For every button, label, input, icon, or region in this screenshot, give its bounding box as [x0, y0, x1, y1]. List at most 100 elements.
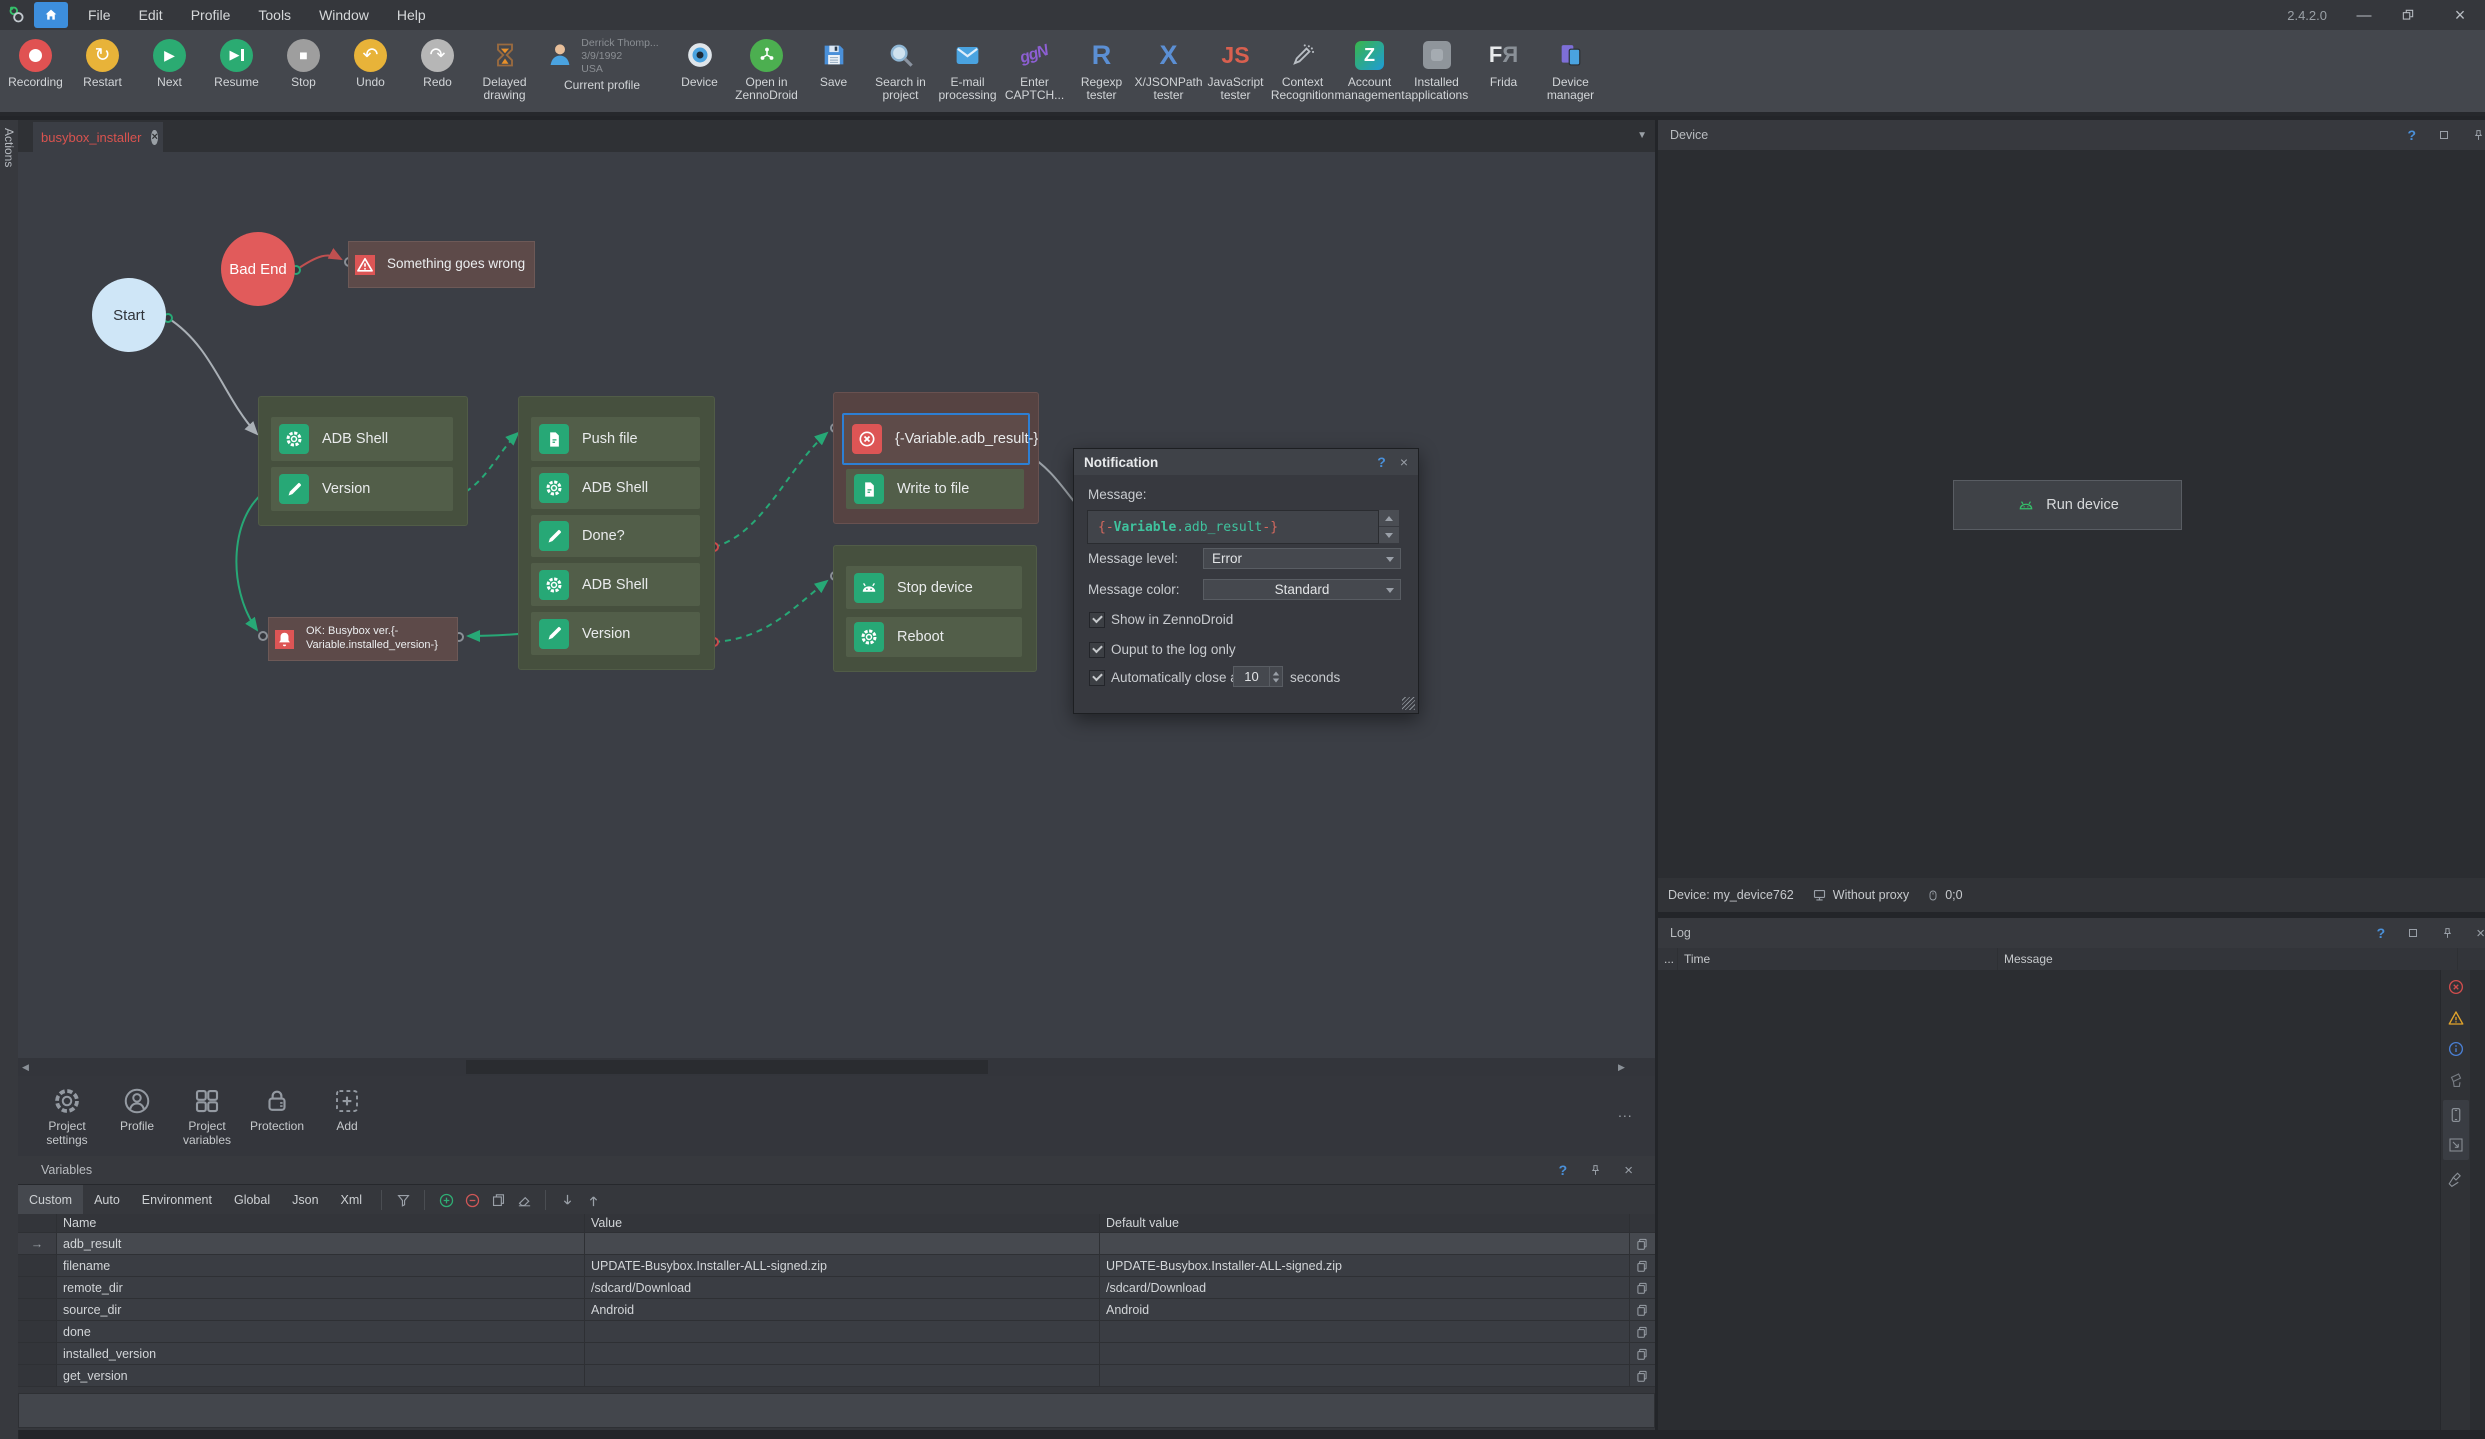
- message-scroll-spinner[interactable]: [1379, 510, 1399, 543]
- menu-profile[interactable]: Profile: [177, 0, 245, 30]
- vars-add-button[interactable]: [433, 1188, 459, 1212]
- tab-busybox-installer[interactable]: busybox_installer ×: [33, 122, 163, 152]
- log-expand-button[interactable]: [2445, 1134, 2467, 1156]
- dialog-title-bar[interactable]: Notification ? ×: [1074, 449, 1418, 475]
- variable-row-done[interactable]: done: [18, 1321, 1655, 1343]
- toolbar-next-button[interactable]: ▶Next: [136, 30, 203, 89]
- scroll-left-icon[interactable]: ◀: [22, 1062, 29, 1073]
- flow-group-g3[interactable]: {-Variable.adb_result-}Write to file: [833, 392, 1039, 524]
- vars-filter-button[interactable]: [390, 1188, 416, 1212]
- projectbar-add-button[interactable]: Add: [312, 1076, 382, 1134]
- actions-side-strip[interactable]: Actions: [0, 120, 19, 1439]
- toolbar-installed-apps-button[interactable]: Installed applications: [1403, 30, 1470, 103]
- log-col-time[interactable]: Time: [1678, 948, 1998, 970]
- help-icon[interactable]: ?: [2407, 127, 2416, 143]
- vars-move-up-button[interactable]: [580, 1188, 606, 1212]
- vars-tab-json[interactable]: Json: [281, 1185, 329, 1215]
- show-in-zennodroid-checkbox[interactable]: [1089, 612, 1105, 628]
- variable-row-source_dir[interactable]: source_dirAndroidAndroid: [18, 1299, 1655, 1321]
- scrollbar-thumb[interactable]: [466, 1060, 988, 1074]
- notify-node-okver[interactable]: OK: Busybox ver.{-Variable.installed_ver…: [268, 617, 458, 661]
- vars-tab-environment[interactable]: Environment: [131, 1185, 223, 1215]
- help-icon[interactable]: ?: [2377, 925, 2386, 941]
- variable-name[interactable]: get_version: [57, 1365, 585, 1386]
- toolbar-resume-button[interactable]: ▶Resume: [203, 30, 270, 89]
- canvas-horizontal-scrollbar[interactable]: ◀ ▶: [18, 1058, 1655, 1076]
- toolbar-stop-button[interactable]: ■Stop: [270, 30, 337, 89]
- variable-row-remote_dir[interactable]: remote_dir/sdcard/Download/sdcard/Downlo…: [18, 1277, 1655, 1299]
- vars-tab-custom[interactable]: Custom: [18, 1185, 83, 1215]
- vars-copy-button[interactable]: [485, 1188, 511, 1212]
- flow-group-g1[interactable]: ADB ShellVersion: [258, 396, 468, 526]
- menu-window[interactable]: Window: [305, 0, 383, 30]
- col-header-name[interactable]: Name: [57, 1214, 585, 1232]
- close-icon[interactable]: ×: [2476, 925, 2485, 942]
- toolbar-save-button[interactable]: Save: [800, 30, 867, 89]
- variable-value[interactable]: [585, 1321, 1100, 1342]
- variable-default[interactable]: /sdcard/Download: [1100, 1277, 1630, 1298]
- variable-name[interactable]: filename: [57, 1255, 585, 1276]
- flow-node-push-file[interactable]: Push file: [531, 417, 700, 461]
- log-warning-button[interactable]: [2445, 1007, 2467, 1029]
- variable-name[interactable]: adb_result: [57, 1233, 585, 1254]
- variables-horizontal-scrollbar[interactable]: [18, 1393, 1655, 1428]
- autoclose-stepper[interactable]: [1269, 667, 1282, 686]
- variable-value[interactable]: UPDATE-Busybox.Installer-ALL-signed.zip: [585, 1255, 1100, 1276]
- vars-tab-auto[interactable]: Auto: [83, 1185, 131, 1215]
- variable-value[interactable]: /sdcard/Download: [585, 1277, 1100, 1298]
- menu-file[interactable]: File: [74, 0, 125, 30]
- start-node[interactable]: Start: [92, 278, 166, 352]
- maximize-icon[interactable]: [2407, 927, 2419, 939]
- copy-icon[interactable]: [1630, 1299, 1654, 1320]
- project-toolbar-more-button[interactable]: ...: [1618, 1104, 1633, 1120]
- flow-group-g4[interactable]: Stop deviceReboot: [833, 545, 1037, 672]
- toolbar-context-recognition-button[interactable]: Context Recognition: [1269, 30, 1336, 103]
- vars-remove-button[interactable]: [459, 1188, 485, 1212]
- log-col-message[interactable]: Message: [1998, 948, 2458, 970]
- toolbar-undo-button[interactable]: ↶Undo: [337, 30, 404, 89]
- toolbar-restart-button[interactable]: ↻Restart: [69, 30, 136, 89]
- log-info-button[interactable]: [2445, 1038, 2467, 1060]
- projectbar-grid-button[interactable]: Project variables: [172, 1076, 242, 1148]
- toolbar-js-tester-button[interactable]: JSJavaScript tester: [1202, 30, 1269, 103]
- toolbar-search-project-button[interactable]: Search in project: [867, 30, 934, 103]
- menu-edit[interactable]: Edit: [125, 0, 177, 30]
- toolbar-redo-button[interactable]: ↷Redo: [404, 30, 471, 89]
- variable-default[interactable]: UPDATE-Busybox.Installer-ALL-signed.zip: [1100, 1255, 1630, 1276]
- message-color-select[interactable]: Standard: [1203, 579, 1401, 600]
- toolbar-regexp-button[interactable]: RRegexp tester: [1068, 30, 1135, 103]
- flow-node-adb-shell[interactable]: ADB Shell: [531, 563, 700, 606]
- vars-move-down-button[interactable]: [554, 1188, 580, 1212]
- variable-value[interactable]: [585, 1365, 1100, 1386]
- flow-node-reboot[interactable]: Reboot: [846, 617, 1022, 657]
- flow-group-g2[interactable]: Push fileADB ShellDone?ADB ShellVersion: [518, 396, 715, 670]
- notification-dialog[interactable]: Notification ? × Message: {-Variable.adb…: [1073, 448, 1419, 714]
- run-device-button[interactable]: Run device: [1953, 480, 2182, 530]
- home-button[interactable]: [34, 2, 68, 28]
- copy-icon[interactable]: [1630, 1233, 1654, 1254]
- toolbar-current-profile-button[interactable]: Derrick Thomp...3/9/1992USACurrent profi…: [538, 30, 666, 93]
- toolbar-email-button[interactable]: E-mail processing: [934, 30, 1001, 103]
- vars-tab-global[interactable]: Global: [223, 1185, 281, 1215]
- help-icon[interactable]: ?: [1559, 1162, 1568, 1178]
- flow-node-adb-shell[interactable]: ADB Shell: [531, 467, 700, 509]
- variable-row-adb_result[interactable]: →adb_result: [18, 1233, 1655, 1255]
- notify-node-wrong[interactable]: Something goes wrong: [348, 241, 535, 288]
- projectbar-lock-button[interactable]: Protection: [242, 1076, 312, 1134]
- flow-node-variable-adb-result[interactable]: {-Variable.adb_result-}: [842, 413, 1030, 465]
- log-list[interactable]: [1658, 970, 2485, 1430]
- variable-name[interactable]: remote_dir: [57, 1277, 585, 1298]
- toolbar-open-zennodroid-button[interactable]: Open in ZennoDroid: [733, 30, 800, 103]
- close-icon[interactable]: ×: [1624, 1162, 1633, 1179]
- toolbar-delayed-drawing-button[interactable]: Delayed drawing: [471, 30, 538, 103]
- bad-end-node[interactable]: Bad End: [221, 232, 295, 306]
- spin-up-icon[interactable]: [1379, 510, 1399, 526]
- vars-erase-button[interactable]: [511, 1188, 537, 1212]
- projectbar-person-button[interactable]: Profile: [102, 1076, 172, 1134]
- variable-name[interactable]: done: [57, 1321, 585, 1342]
- output-log-only-checkbox[interactable]: [1089, 642, 1105, 658]
- variable-default[interactable]: [1100, 1233, 1630, 1254]
- projectbar-gear-button[interactable]: Project settings: [32, 1076, 102, 1148]
- toolbar-recording-button[interactable]: Recording: [2, 30, 69, 89]
- toolbar-xjsonpath-button[interactable]: XX/JSONPath tester: [1135, 30, 1202, 103]
